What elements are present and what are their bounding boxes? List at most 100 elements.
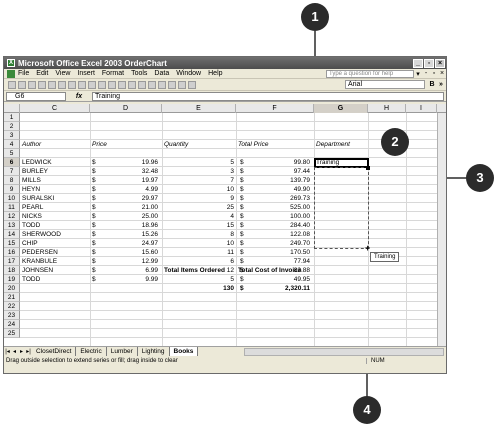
- cell-quantity[interactable]: 25: [164, 203, 234, 212]
- total-items-label[interactable]: Total Items Ordered: [164, 266, 225, 275]
- cell-price[interactable]: 15.60: [100, 248, 158, 257]
- tab-lighting[interactable]: Lighting: [138, 347, 170, 356]
- vertical-scrollbar[interactable]: [437, 113, 446, 346]
- chart-wizard-icon[interactable]: [168, 80, 176, 89]
- menu-format[interactable]: Format: [102, 70, 124, 77]
- header-department[interactable]: Department: [316, 140, 350, 149]
- column-header-f[interactable]: F: [236, 104, 314, 113]
- header-author[interactable]: Author: [22, 140, 41, 149]
- cell-author[interactable]: MILLS: [22, 176, 88, 185]
- row-header-12[interactable]: 12: [4, 212, 20, 221]
- column-header-h[interactable]: H: [368, 104, 406, 113]
- row-header-5[interactable]: 5: [4, 149, 20, 158]
- tab-lumber[interactable]: Lumber: [107, 347, 138, 356]
- row-header-8[interactable]: 8: [4, 176, 20, 185]
- cell-price[interactable]: 9.99: [100, 275, 158, 284]
- row-header-13[interactable]: 13: [4, 221, 20, 230]
- help-dropdown-icon[interactable]: ▾: [414, 70, 422, 78]
- tab-electric[interactable]: Electric: [76, 347, 107, 356]
- next-sheet-icon[interactable]: ▸: [18, 348, 25, 355]
- undo-icon[interactable]: [108, 80, 116, 89]
- cell-total-price[interactable]: 525.00: [238, 203, 310, 212]
- toolbar-options-icon[interactable]: »: [437, 81, 445, 89]
- cell-total-price[interactable]: 269.73: [238, 194, 310, 203]
- cell-total-price[interactable]: 99.80: [238, 158, 310, 167]
- cell-total-price[interactable]: 170.50: [238, 248, 310, 257]
- row-header-25[interactable]: 25: [4, 329, 20, 338]
- row-header-9[interactable]: 9: [4, 185, 20, 194]
- row-header-11[interactable]: 11: [4, 203, 20, 212]
- save-icon[interactable]: [28, 80, 36, 89]
- cell-total-price[interactable]: 249.70: [238, 239, 310, 248]
- row-header-7[interactable]: 7: [4, 167, 20, 176]
- menu-view[interactable]: View: [55, 70, 70, 77]
- cell-author[interactable]: SHERWOOD: [22, 230, 88, 239]
- cell-total-price[interactable]: 100.00: [238, 212, 310, 221]
- menu-edit[interactable]: Edit: [36, 70, 48, 77]
- minimize-button[interactable]: _: [413, 58, 423, 68]
- formula-input[interactable]: Training: [92, 91, 444, 101]
- drawing-icon[interactable]: [178, 80, 186, 89]
- column-header-i[interactable]: I: [406, 104, 437, 113]
- cell-total-price[interactable]: 49.95: [238, 275, 310, 284]
- new-icon[interactable]: [8, 80, 16, 89]
- worksheet-grid[interactable]: C D E F G H I 1 2 3 4 5 6 7 8 9 10 11 12 13 14 15 16 17 1…: [4, 104, 446, 346]
- print-icon[interactable]: [38, 80, 46, 89]
- cell-author[interactable]: CHIP: [22, 239, 88, 248]
- cell-author[interactable]: TODD: [22, 221, 88, 230]
- copy-icon[interactable]: [78, 80, 86, 89]
- cell-total-price[interactable]: 77.94: [238, 257, 310, 266]
- cell-total-price[interactable]: 122.08: [238, 230, 310, 239]
- cell-quantity[interactable]: 15: [164, 221, 234, 230]
- close-button[interactable]: ×: [435, 58, 445, 68]
- cell-author[interactable]: KRANBULE: [22, 257, 88, 266]
- workbook-icon[interactable]: [7, 69, 15, 78]
- sort-ascending-icon[interactable]: [148, 80, 156, 89]
- row-header-19[interactable]: 19: [4, 275, 20, 284]
- tab-closetdirect[interactable]: ClosetDirect: [32, 347, 77, 356]
- cell-author[interactable]: BURLEY: [22, 167, 88, 176]
- menu-window[interactable]: Window: [176, 70, 201, 77]
- row-header-2[interactable]: 2: [4, 122, 20, 131]
- row-header-17[interactable]: 17: [4, 257, 20, 266]
- workbook-close-icon[interactable]: ×: [438, 70, 446, 77]
- row-header-4[interactable]: 4: [4, 140, 20, 149]
- cut-icon[interactable]: [68, 80, 76, 89]
- cell-quantity[interactable]: 10: [164, 239, 234, 248]
- menu-data[interactable]: Data: [154, 70, 169, 77]
- header-quantity[interactable]: Quantity: [164, 140, 188, 149]
- cell-quantity[interactable]: 11: [164, 248, 234, 257]
- cell-price[interactable]: 29.97: [100, 194, 158, 203]
- column-header-d[interactable]: D: [90, 104, 162, 113]
- help-icon[interactable]: [188, 80, 196, 89]
- restore-button[interactable]: ▫: [424, 58, 434, 68]
- total-items-value[interactable]: 130: [164, 284, 234, 293]
- cell-author[interactable]: SURALSKI: [22, 194, 88, 203]
- cell-price[interactable]: 15.26: [100, 230, 158, 239]
- row-header-14[interactable]: 14: [4, 230, 20, 239]
- workbook-minimize-icon[interactable]: -: [422, 70, 430, 77]
- cell-price[interactable]: 24.97: [100, 239, 158, 248]
- menu-insert[interactable]: Insert: [77, 70, 95, 77]
- redo-icon[interactable]: [118, 80, 126, 89]
- cell-price[interactable]: 18.96: [100, 221, 158, 230]
- bold-button[interactable]: B: [428, 81, 436, 89]
- autosum-icon[interactable]: [138, 80, 146, 89]
- cell-price[interactable]: 19.96: [100, 158, 158, 167]
- menu-help[interactable]: Help: [208, 70, 222, 77]
- last-sheet-icon[interactable]: ▸|: [25, 348, 32, 355]
- insert-function-icon[interactable]: fx: [66, 93, 92, 100]
- cell-author[interactable]: NICKS: [22, 212, 88, 221]
- row-header-6[interactable]: 6: [4, 158, 20, 167]
- select-all-corner[interactable]: [4, 104, 20, 113]
- cell-author[interactable]: LEDWICK: [22, 158, 88, 167]
- cell-author[interactable]: TODD: [22, 275, 88, 284]
- hyperlink-icon[interactable]: [128, 80, 136, 89]
- row-header-10[interactable]: 10: [4, 194, 20, 203]
- cell-total-price[interactable]: 284.40: [238, 221, 310, 230]
- cell-quantity[interactable]: 4: [164, 212, 234, 221]
- row-header-23[interactable]: 23: [4, 311, 20, 320]
- cell-price[interactable]: 19.97: [100, 176, 158, 185]
- cell-price[interactable]: 12.99: [100, 257, 158, 266]
- column-header-e[interactable]: E: [162, 104, 236, 113]
